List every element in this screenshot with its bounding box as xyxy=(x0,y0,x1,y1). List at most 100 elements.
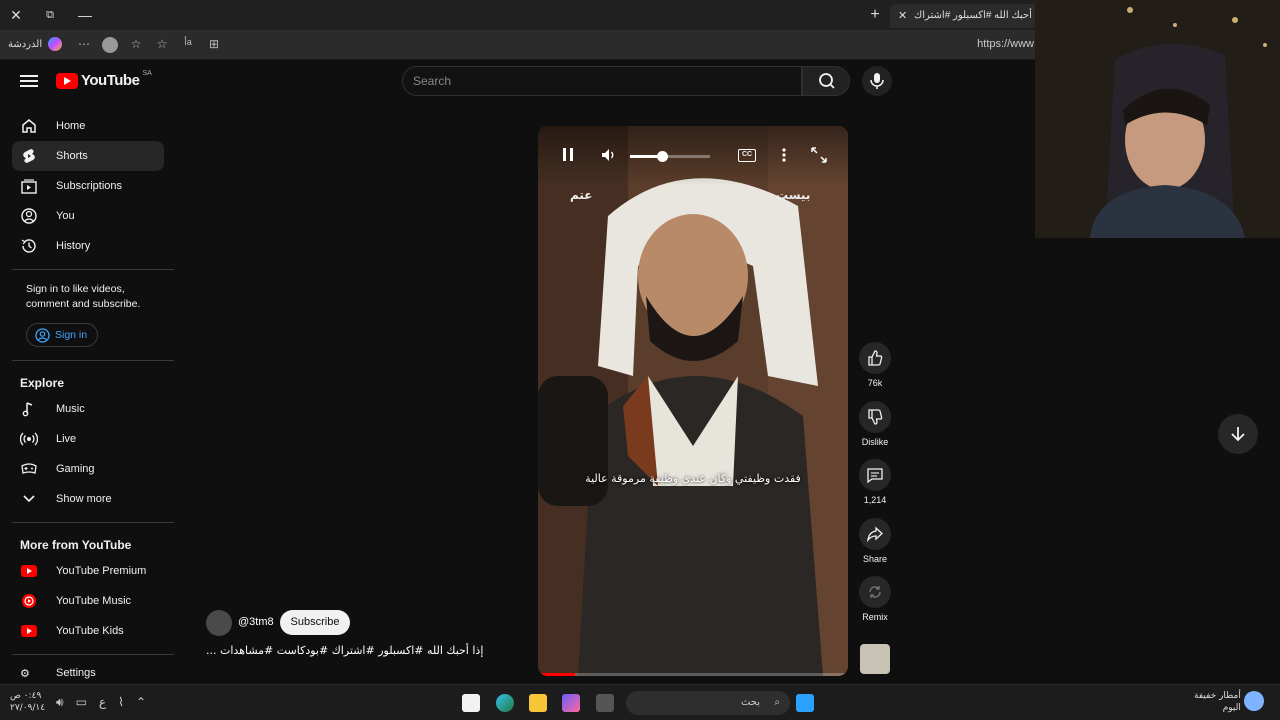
pause-button[interactable] xyxy=(560,146,576,164)
next-video-button[interactable] xyxy=(1218,414,1258,454)
copilot-button[interactable]: الدردشة xyxy=(8,37,63,51)
sidebar-divider xyxy=(12,654,174,655)
playback-progress-fill xyxy=(538,673,576,676)
sidebar-item-youtube-music[interactable]: YouTube Music xyxy=(12,586,164,616)
history-icon xyxy=(12,237,46,255)
thumbs-up-icon[interactable] xyxy=(859,342,891,374)
favorite-star-icon[interactable]: ☆ xyxy=(128,37,144,56)
sidebar-item-label: Shorts xyxy=(56,150,88,162)
arrow-down-icon xyxy=(1231,427,1245,442)
sidebar-item-history[interactable]: History xyxy=(12,231,164,261)
sidebar-item-shorts[interactable]: Shorts xyxy=(12,141,164,171)
weather-icon xyxy=(1244,691,1264,711)
tray-icons: 🔊︎ ▭ ع ⌇ ⌃ xyxy=(56,695,146,710)
speaker-icon[interactable]: 🔊︎ xyxy=(56,695,64,710)
account-circle-icon xyxy=(35,327,50,343)
minimize-window-icon[interactable]: — xyxy=(75,6,95,24)
sidebar-item-show-more[interactable]: Show more xyxy=(12,484,164,514)
clock-date: ٢٧/٠٩/١٤ xyxy=(10,703,46,713)
comment-icon[interactable] xyxy=(859,459,891,491)
browser-tab[interactable]: ✕ إذا أحبك الله #اكسبلور #اشتراك xyxy=(890,4,1040,28)
youtube-kids-icon xyxy=(12,624,46,638)
remix-label: Remix xyxy=(862,612,888,622)
search-input[interactable]: Search xyxy=(402,66,802,96)
channel-avatar[interactable] xyxy=(206,610,232,636)
input-language-indicator[interactable]: ع xyxy=(99,695,106,710)
share-action[interactable]: Share xyxy=(858,518,892,564)
subscribe-button[interactable]: Subscribe xyxy=(280,610,350,635)
share-icon[interactable] xyxy=(859,518,891,550)
sidebar-item-subscriptions[interactable]: Subscriptions xyxy=(12,171,164,201)
restore-window-icon[interactable]: ⧉ xyxy=(40,6,60,24)
sidebar-item-youtube-kids[interactable]: YouTube Kids xyxy=(12,616,164,646)
video-frame xyxy=(538,126,848,676)
signin-button[interactable]: Sign in xyxy=(26,323,98,347)
search-icon: ⌕ xyxy=(774,697,780,708)
youtube-logo[interactable]: YouTube SA xyxy=(56,70,152,89)
weather-day: اليوم xyxy=(1222,703,1241,713)
channel-handle[interactable]: @3tm8 xyxy=(238,616,274,628)
more-actions-icon[interactable] xyxy=(778,146,790,164)
settings-gear-icon: ⚙ xyxy=(20,667,30,680)
sidebar-item-live[interactable]: Live xyxy=(12,424,164,454)
remix-action[interactable]: Remix xyxy=(858,576,892,622)
new-tab-button[interactable]: + xyxy=(866,6,884,24)
more-from-youtube-title: More from YouTube xyxy=(20,538,132,552)
sidebar-item-label: Settings xyxy=(56,667,96,679)
sound-thumbnail[interactable] xyxy=(860,644,890,674)
video-title[interactable]: إذا أحبك الله #اكسبلور #اشتراك #بودكاست … xyxy=(206,644,488,657)
chevron-down-icon xyxy=(12,490,46,508)
dislike-action[interactable]: Dislike xyxy=(858,401,892,447)
task-view-icon[interactable] xyxy=(596,694,614,712)
edge-browser-icon[interactable] xyxy=(496,694,514,712)
sidebar-divider xyxy=(12,360,174,361)
sidebar-item-settings[interactable]: ⚙ Settings xyxy=(12,666,164,680)
shorts-player[interactable]: CC عتم بيست فقدت وظيفتي وكان عندي وظيفة … xyxy=(538,126,848,676)
sidebar-item-label: Gaming xyxy=(56,463,95,475)
add-favorite-icon[interactable]: ☆ xyxy=(154,37,170,56)
music-icon xyxy=(12,400,46,418)
copilot-app-icon[interactable] xyxy=(562,694,580,712)
system-clock[interactable]: ٠:٤٩ ص ٢٧/٠٩/١٤ xyxy=(10,690,45,714)
url-field[interactable]: https://www xyxy=(977,38,1034,50)
playback-progress[interactable] xyxy=(538,673,848,676)
network-icon[interactable]: ⌇ xyxy=(118,695,124,710)
sidebar-item-youtube-premium[interactable]: YouTube Premium xyxy=(12,556,164,586)
split-screen-icon[interactable]: ⊞ xyxy=(206,37,222,56)
explore-title: Explore xyxy=(20,376,65,390)
screen: ✕ ⧉ — + ✕ إذا أحبك الله #اكسبلور #اشتراك… xyxy=(0,0,1280,720)
search-button[interactable] xyxy=(802,66,850,96)
sidebar-item-gaming[interactable]: Gaming xyxy=(12,454,164,484)
read-aloud-icon[interactable]: أa xyxy=(180,37,196,56)
comments-action[interactable]: 1,214 xyxy=(858,459,892,505)
sidebar-item-label: History xyxy=(56,240,91,252)
microphone-icon xyxy=(870,73,884,89)
close-window-icon[interactable]: ✕ xyxy=(6,6,26,24)
sidebar-item-music[interactable]: Music xyxy=(12,394,164,424)
hamburger-menu-icon[interactable] xyxy=(20,72,38,90)
sidebar-item-label: YouTube Kids xyxy=(56,625,124,637)
like-count: 76k xyxy=(867,378,883,388)
sidebar-item-you[interactable]: You xyxy=(12,201,164,231)
voice-search-button[interactable] xyxy=(862,66,892,96)
thumbs-down-icon[interactable] xyxy=(859,401,891,433)
sidebar-divider xyxy=(12,269,174,270)
mute-button[interactable] xyxy=(600,146,618,164)
close-tab-icon[interactable]: ✕ xyxy=(898,4,907,28)
sidebar-item-home[interactable]: Home xyxy=(12,111,164,141)
youtube-premium-icon xyxy=(12,564,46,578)
like-action[interactable]: 76k xyxy=(858,342,892,388)
file-explorer-icon[interactable] xyxy=(529,694,547,712)
taskbar-search[interactable]: بحث ⌕ xyxy=(626,691,790,715)
show-hidden-icons-icon[interactable]: ⌃ xyxy=(136,695,146,710)
more-options-icon[interactable]: ⋯ xyxy=(76,37,92,56)
start-store-icon[interactable] xyxy=(462,694,480,712)
weather-widget[interactable]: أمطار خفيفة اليوم xyxy=(1194,690,1241,714)
fullscreen-icon[interactable] xyxy=(810,146,828,164)
profile-icon[interactable] xyxy=(102,37,118,56)
windows-start-icon[interactable] xyxy=(796,694,814,712)
closed-captions-icon[interactable]: CC xyxy=(738,149,756,162)
display-icon[interactable]: ▭ xyxy=(76,695,87,710)
volume-slider-handle[interactable] xyxy=(657,151,668,162)
remix-icon[interactable] xyxy=(859,576,891,608)
